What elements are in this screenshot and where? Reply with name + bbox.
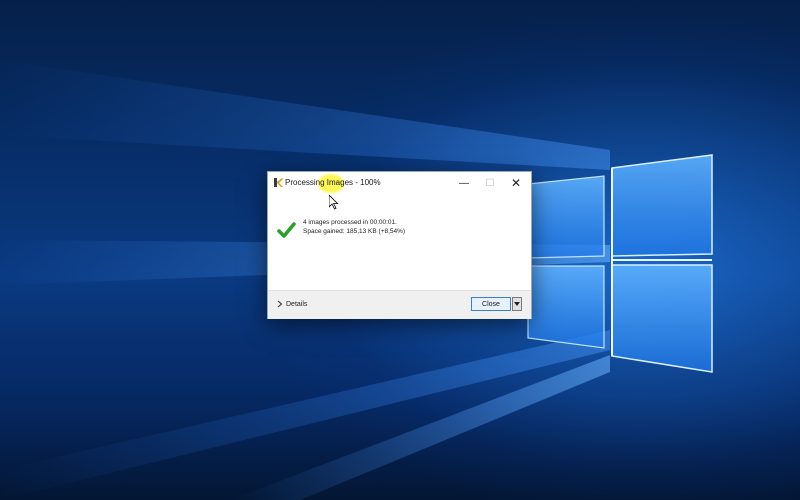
checkmark-icon [277, 222, 296, 238]
dialog-titlebar[interactable]: Processing Images - 100% — ☐ ✕ [268, 172, 531, 194]
maximize-button[interactable]: ☐ [478, 174, 502, 192]
close-button[interactable]: Close [471, 297, 511, 311]
result-message: 4 images processed in 00:00:01. [303, 219, 397, 226]
app-icon [273, 177, 284, 188]
details-toggle[interactable]: Details [277, 300, 307, 308]
dialog-footer: Details Close [268, 290, 531, 319]
mouse-cursor-icon [329, 195, 339, 210]
chevron-right-icon [277, 300, 283, 308]
dropdown-arrow-icon [514, 302, 520, 306]
close-options-dropdown[interactable] [512, 297, 522, 311]
space-gained-message: Space gained: 185,13 KB (+8,54%) [303, 228, 406, 235]
minimize-button[interactable]: — [452, 174, 476, 192]
details-label: Details [286, 300, 308, 308]
processing-images-dialog: Processing Images - 100% — ☐ ✕ 4 images … [267, 171, 532, 319]
dialog-content: 4 images processed in 00:00:01. Space ga… [268, 194, 531, 290]
dialog-title: Processing Images - 100% [285, 178, 381, 187]
close-window-button[interactable]: ✕ [504, 174, 528, 192]
desktop-background: Processing Images - 100% — ☐ ✕ 4 images … [0, 0, 800, 500]
